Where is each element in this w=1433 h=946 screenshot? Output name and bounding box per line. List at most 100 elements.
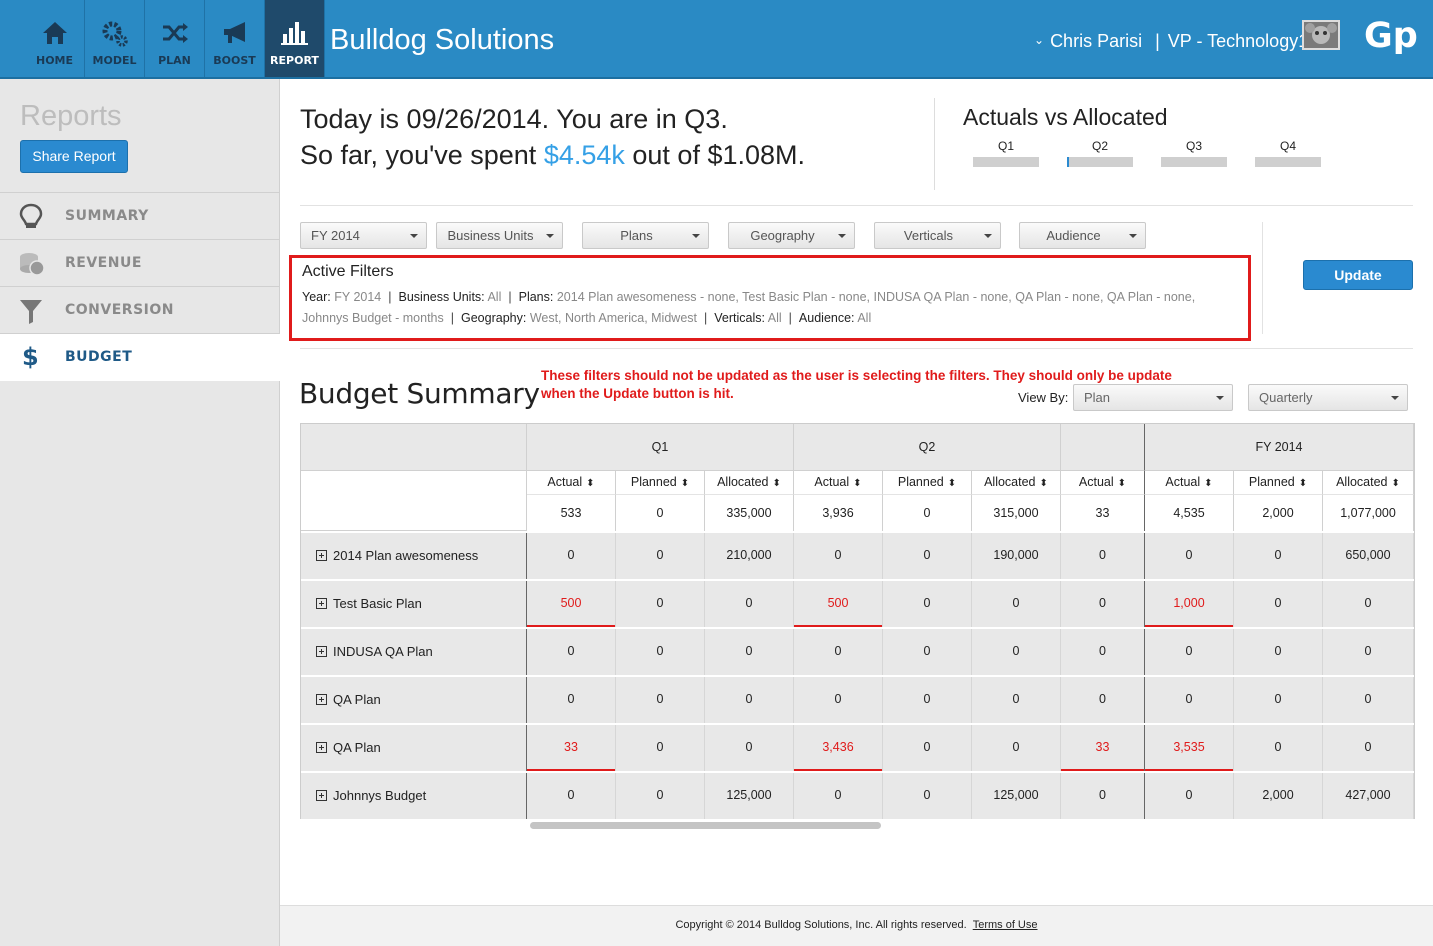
row-label[interactable]: Johnnys Budget	[316, 788, 426, 803]
table-cell: 0	[705, 629, 794, 675]
dropdown-label: Quarterly	[1259, 390, 1313, 405]
horizontal-scrollbar[interactable]	[530, 822, 881, 829]
table-cell: 0	[705, 725, 794, 771]
column-header[interactable]: Allocated ⬍	[972, 471, 1061, 495]
column-header[interactable]: Planned ⬍	[1234, 471, 1323, 495]
nav-report[interactable]: REPORT	[265, 0, 325, 77]
divider	[300, 348, 1413, 349]
table-cell: 0	[1061, 581, 1145, 627]
table-row: Test Basic Plan 500 0 0 500 0 0 0 1,000 0 0	[301, 579, 1414, 627]
nav-home[interactable]: HOME	[25, 0, 85, 77]
summary-date-line: Today is 09/26/2014. You are in Q3.	[300, 104, 728, 134]
table-cell: 0	[883, 533, 972, 579]
terms-of-use-link[interactable]: Terms of Use	[973, 919, 1038, 931]
table-cell: 33	[1061, 725, 1145, 771]
column-header[interactable]: Planned ⬍	[616, 471, 705, 495]
period-dropdown[interactable]: Quarterly	[1248, 384, 1408, 411]
top-bar: HOME MODEL PLAN BOOST REPORT Bulldog Sol…	[0, 0, 1433, 79]
group-header	[1061, 424, 1145, 471]
quarter-bar	[1067, 157, 1133, 167]
bar-chart-icon	[281, 22, 308, 45]
view-by-dropdown[interactable]: Plan	[1073, 384, 1233, 411]
column-header[interactable]: Actual ⬍	[1145, 471, 1234, 495]
active-filters-box: Active Filters Year: FY 2014 | Business Un…	[289, 255, 1251, 341]
sidebar-item-budget[interactable]: $ BUDGET	[0, 333, 280, 381]
column-header[interactable]: Actual ⬍	[527, 471, 616, 495]
expand-icon[interactable]	[316, 550, 327, 561]
filter-label: Audience:	[798, 311, 855, 325]
business-units-dropdown[interactable]: Business Units	[436, 222, 563, 249]
expand-icon[interactable]	[316, 742, 327, 753]
sidebar-item-conversion[interactable]: CONVERSION	[0, 286, 280, 333]
geography-dropdown[interactable]: Geography	[728, 222, 855, 249]
column-header-label: Actual	[1078, 475, 1114, 489]
lightbulb-icon	[19, 203, 43, 228]
table-cell: 0	[616, 773, 705, 819]
total-cell: 315,000	[972, 495, 1061, 531]
row-name: INDUSA QA Plan	[333, 644, 433, 659]
expand-icon[interactable]	[316, 646, 327, 657]
verticals-dropdown[interactable]: Verticals	[874, 222, 1001, 249]
sort-icon[interactable]: ⬍	[948, 478, 956, 489]
avatar-image-icon	[1304, 22, 1338, 48]
plans-dropdown[interactable]: Plans	[582, 222, 709, 249]
user-menu[interactable]: ⌄ Chris Parisi | VP - Technology1	[1034, 31, 1308, 52]
nav-model[interactable]: MODEL	[85, 0, 145, 77]
share-report-button[interactable]: Share Report	[20, 140, 128, 173]
year-filter-dropdown[interactable]: FY 2014	[300, 222, 427, 249]
table-row: QA Plan 0 0 0 0 0 0 0 0 0 0	[301, 675, 1414, 723]
row-label[interactable]: QA Plan	[316, 692, 381, 707]
expand-icon[interactable]	[316, 598, 327, 609]
row-label[interactable]: Test Basic Plan	[316, 596, 422, 611]
row-label[interactable]: INDUSA QA Plan	[316, 644, 433, 659]
nav-plan[interactable]: PLAN	[145, 0, 205, 77]
filter-value: Johnnys Budget - months	[302, 311, 444, 325]
table-cell: 125,000	[972, 773, 1061, 819]
sidebar-item-summary[interactable]: SUMMARY	[0, 192, 280, 239]
column-header[interactable]: Planned ⬍	[883, 471, 972, 495]
filter-value: West, North America, Midwest	[529, 311, 697, 325]
table-row: 2014 Plan awesomeness 0 0 210,000 0 0 190,000 0…	[301, 531, 1414, 579]
dropdown-label: FY 2014	[311, 228, 360, 243]
group-header-label: Q1	[651, 440, 669, 454]
table-cell: 0	[883, 581, 972, 627]
budget-summary-title: Budget Summary	[299, 377, 540, 410]
column-header-label: Actual	[814, 475, 850, 489]
sort-icon[interactable]: ⬍	[1040, 478, 1048, 489]
table-row: INDUSA QA Plan 0 0 0 0 0 0 0 0 0 0	[301, 627, 1414, 675]
total-cell: 0	[616, 495, 705, 531]
sort-icon[interactable]: ⬍	[681, 478, 689, 489]
expand-icon[interactable]	[316, 694, 327, 705]
sort-icon[interactable]: ⬍	[586, 478, 594, 489]
table-cell: 0	[1145, 677, 1234, 723]
update-button[interactable]: Update	[1303, 260, 1413, 290]
table-cell: 0	[794, 677, 883, 723]
table-cell: 0	[972, 725, 1061, 771]
sort-icon[interactable]: ⬍	[1299, 478, 1307, 489]
row-label[interactable]: 2014 Plan awesomeness	[316, 548, 478, 563]
column-header[interactable]: Allocated ⬍	[705, 471, 794, 495]
column-header[interactable]: Actual ⬍	[794, 471, 883, 495]
sort-icon[interactable]: ⬍	[1392, 478, 1400, 489]
sidebar-item-revenue[interactable]: REVENUE	[0, 239, 280, 286]
avatar[interactable]	[1302, 20, 1340, 50]
column-header[interactable]: Actual ⬍	[1061, 471, 1145, 495]
nav-boost[interactable]: BOOST	[205, 0, 265, 77]
sort-icon[interactable]: ⬍	[773, 478, 781, 489]
sort-icon[interactable]: ⬍	[1204, 478, 1212, 489]
expand-icon[interactable]	[316, 790, 327, 801]
total-cell: 3,936	[794, 495, 883, 531]
sort-icon[interactable]: ⬍	[1118, 478, 1126, 489]
audience-dropdown[interactable]: Audience	[1019, 222, 1146, 249]
table-cell: 0	[1234, 725, 1323, 771]
user-name: Chris Parisi	[1050, 31, 1143, 51]
sort-icon[interactable]: ⬍	[853, 478, 861, 489]
filter-value: 2014 Plan awesomeness - none, Test Basic…	[556, 290, 1196, 304]
column-header-label: Allocated	[1336, 475, 1388, 489]
table-corner	[301, 424, 527, 471]
table-cell: 0	[527, 677, 616, 723]
row-label[interactable]: QA Plan	[316, 740, 381, 755]
table-cell: 500	[527, 581, 616, 627]
column-header[interactable]: Allocated ⬍	[1323, 471, 1414, 495]
filter-divider	[1262, 222, 1263, 334]
